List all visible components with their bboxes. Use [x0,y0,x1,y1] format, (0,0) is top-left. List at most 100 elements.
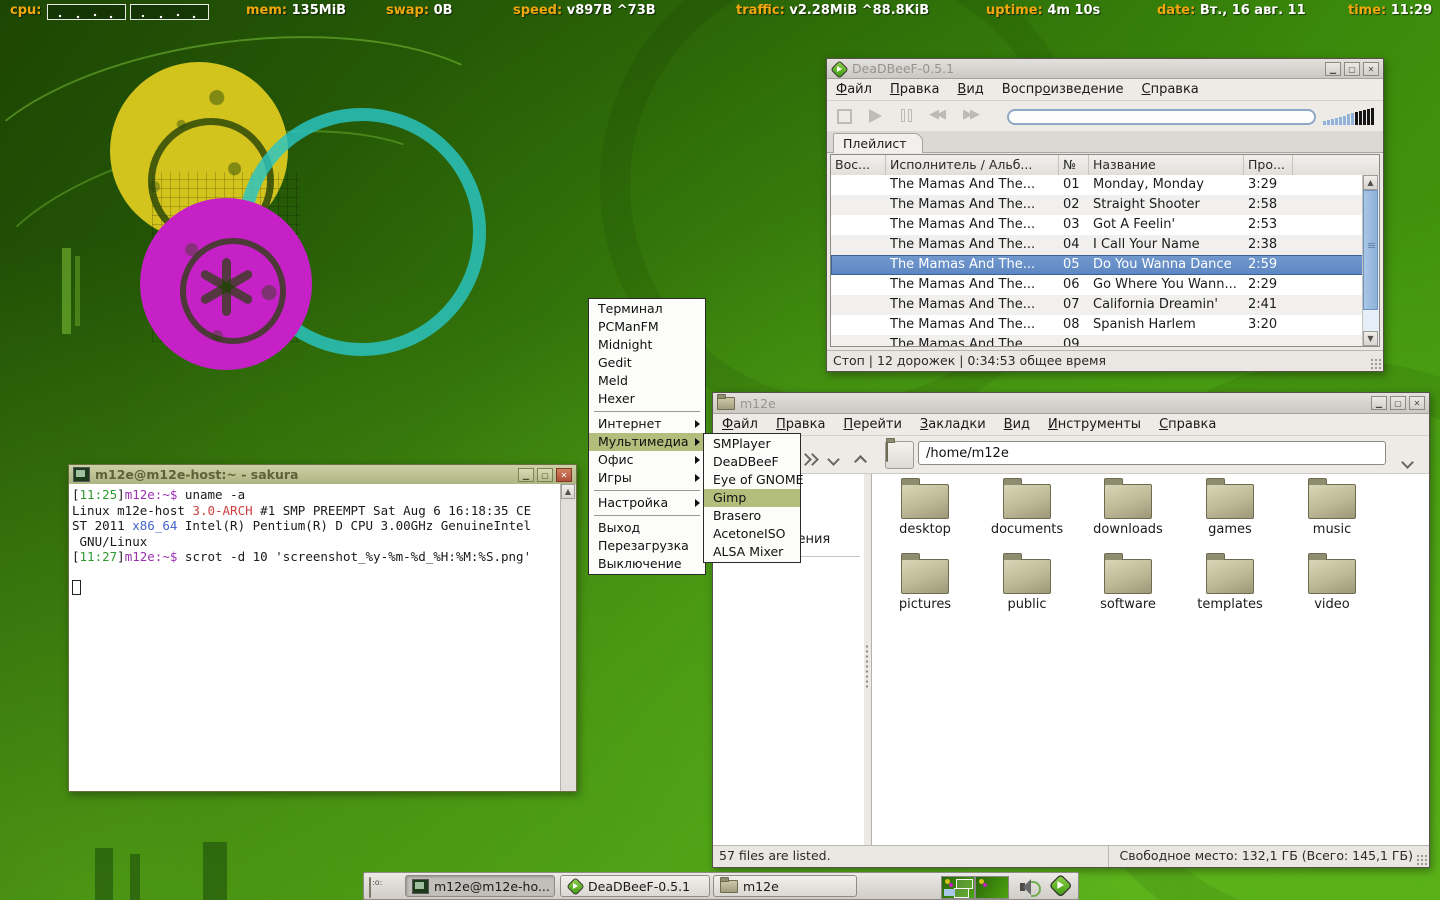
deadbeef-tray-icon[interactable] [1050,875,1071,896]
maximize-icon[interactable]: ▢ [1390,396,1406,410]
list-item[interactable]: music [1284,480,1380,552]
menu-item-pcmanfm[interactable]: PCManFM [589,318,705,336]
seek-bar[interactable] [1007,109,1316,125]
scroll-up-icon[interactable]: ▲ [1363,175,1378,190]
close-icon[interactable]: ✕ [1409,396,1425,410]
menu-view[interactable]: Вид [995,414,1039,435]
scroll-up-icon[interactable]: ▲ [561,484,575,499]
pane-splitter[interactable] [864,474,870,846]
previous-button[interactable]: ◀◀ [929,108,943,122]
table-row[interactable]: The Mamas And The...04I Call Your Name2:… [831,235,1363,255]
pager-desktop-1[interactable] [941,876,975,899]
menu-item-internet[interactable]: Интернет [589,415,705,433]
column-artist[interactable]: Исполнитель / Альб... [886,155,1059,175]
list-item[interactable]: video [1284,555,1380,627]
table-row[interactable]: The Mamas And The...08Spanish Harlem3:20 [831,315,1363,335]
stop-button[interactable] [837,109,852,124]
taskbar-task-deadbeef[interactable]: DeaDBeeF-0.5.1 [560,875,710,897]
taskbar-task-pcmanfm[interactable]: m12e [713,875,857,897]
minimize-icon[interactable]: ▁ [1371,396,1387,410]
column-playing[interactable]: Вос... [831,155,886,175]
close-icon[interactable]: ✕ [1363,62,1379,76]
menu-item-shutdown[interactable]: Выключение [589,555,705,573]
menu-item-brasero[interactable]: Brasero [704,507,800,525]
table-row-selected[interactable]: The Mamas And The...05Do You Wanna Dance… [831,255,1363,275]
table-row[interactable]: The Mamas And The...01Monday, Monday3:29 [831,175,1363,195]
menu-file[interactable]: Файл [827,79,881,100]
menu-view[interactable]: Вид [948,79,992,100]
maximize-icon[interactable]: ▢ [1344,62,1360,76]
menu-item-logout[interactable]: Выход [589,519,705,537]
playlist-scrollbar[interactable]: ▲ ▼ [1362,175,1379,346]
minimize-icon[interactable]: ▁ [518,468,534,482]
list-item[interactable]: pictures [877,555,973,627]
play-button[interactable] [869,109,882,123]
resize-grip[interactable] [1370,358,1382,370]
scrollbar-thumb[interactable] [1363,190,1378,310]
show-desktop-button[interactable] [369,878,371,897]
pager-desktop-2[interactable] [975,876,1009,899]
path-bar[interactable]: /home/m12e [918,441,1386,465]
menu-edit[interactable]: Правка [881,79,948,100]
playlist-tab[interactable]: Плейлист [833,133,923,153]
deadbeef-titlebar[interactable]: DeaDBeeF-0.5.1 ▁ ▢ ✕ [827,59,1383,79]
menu-file[interactable]: Файл [713,414,767,435]
menu-item-multimedia[interactable]: Мультимедиа [589,433,705,451]
table-row[interactable]: The Mamas And The...06Go Where You Wann.… [831,275,1363,295]
table-row[interactable]: The Mamas And The...02Straight Shooter2:… [831,195,1363,215]
menu-edit[interactable]: Правка [767,414,834,435]
taskbar-task-terminal[interactable]: m12e@m12e-ho... [405,875,555,897]
menu-go[interactable]: Перейти [834,414,911,435]
table-row[interactable]: The Mamas And The...09 [831,335,1363,346]
menu-item-hexer[interactable]: Hexer [589,390,705,408]
table-row[interactable]: The Mamas And The...07California Dreamin… [831,295,1363,315]
menu-item-alsa-mixer[interactable]: ALSA Mixer [704,543,800,561]
menu-item-meld[interactable]: Meld [589,372,705,390]
menu-tools[interactable]: Инструменты [1039,414,1150,435]
terminal-body[interactable]: [11:25]m12e:~$ uname -a Linux m12e-host … [69,484,576,791]
menu-item-gimp[interactable]: Gimp [704,489,800,507]
menu-item-office[interactable]: Офис [589,451,705,469]
list-item[interactable]: public [979,555,1075,627]
close-icon[interactable]: ✕ [556,468,572,482]
volume-tray-icon[interactable] [1017,875,1041,899]
terminal-titlebar[interactable]: m12e@m12e-host:~ - sakura ▁ ▢ ✕ [69,465,576,485]
pcmanfm-titlebar[interactable]: m12e ▁ ▢ ✕ [713,393,1429,414]
column-number[interactable]: № [1059,155,1089,175]
menu-item-midnight[interactable]: Midnight [589,336,705,354]
up-icon[interactable] [856,451,865,470]
terminal-scrollbar[interactable]: ▲ [560,484,576,791]
minimize-icon[interactable]: ▁ [1325,62,1341,76]
menu-item-reboot[interactable]: Перезагрузка [589,537,705,555]
desktop-pager[interactable] [941,876,1009,899]
scroll-down-icon[interactable]: ▼ [1363,331,1378,346]
list-item[interactable]: software [1080,555,1176,627]
list-item[interactable]: desktop [877,480,973,552]
list-item[interactable]: documents [979,480,1075,552]
menu-bookmarks[interactable]: Закладки [911,414,995,435]
list-item[interactable]: templates [1182,555,1278,627]
menu-item-eye-of-gnome[interactable]: Eye of GNOME [704,471,800,489]
next-button[interactable]: ▶▶ [963,108,977,122]
menu-item-gedit[interactable]: Gedit [589,354,705,372]
menu-playback[interactable]: Воспроизведение [993,79,1133,100]
menu-item-terminal[interactable]: Терминал [589,300,705,318]
list-item[interactable]: downloads [1080,480,1176,552]
volume-control[interactable] [1323,107,1374,125]
column-title[interactable]: Название [1089,155,1244,175]
resize-grip[interactable] [1416,854,1428,866]
menu-item-settings[interactable]: Настройка [589,494,705,512]
menu-help[interactable]: Справка [1133,79,1208,100]
home-button[interactable] [885,441,914,469]
table-row[interactable]: The Mamas And The...03Got A Feelin'2:53 [831,215,1363,235]
history-dropdown-icon[interactable] [829,449,838,468]
menu-item-deadbeef[interactable]: DeaDBeeF [704,453,800,471]
forward-icon[interactable] [801,449,817,468]
jump-to-icon[interactable] [1403,452,1412,471]
column-duration[interactable]: Про... [1244,155,1293,175]
menu-item-games[interactable]: Игры [589,469,705,487]
menu-item-acetoneiso[interactable]: AcetoneISO [704,525,800,543]
list-item[interactable]: games [1182,480,1278,552]
menu-help[interactable]: Справка [1150,414,1225,435]
maximize-icon[interactable]: ▢ [537,468,553,482]
